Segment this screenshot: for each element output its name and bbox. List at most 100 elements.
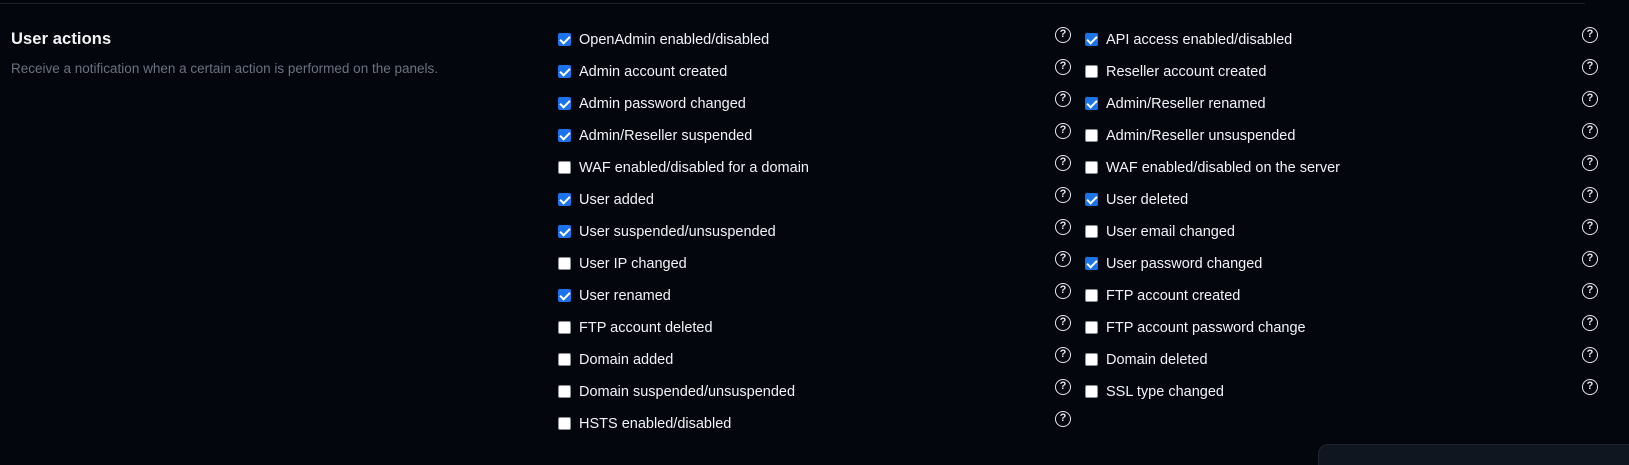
option-label[interactable]: User IP changed <box>579 256 687 272</box>
help-icon[interactable]: ? <box>1582 91 1598 107</box>
option-row-user-suspended-unsuspended: User suspended/unsuspended? <box>558 218 1071 250</box>
option-label[interactable]: OpenAdmin enabled/disabled <box>579 32 769 48</box>
option-label[interactable]: Reseller account created <box>1106 64 1266 80</box>
help-icon[interactable]: ? <box>1055 379 1071 395</box>
option-row-admin-reseller-unsuspended: Admin/Reseller unsuspended? <box>1085 122 1598 154</box>
option-label[interactable]: Admin/Reseller unsuspended <box>1106 128 1295 144</box>
checkbox-admin-reseller-suspended[interactable] <box>558 129 571 142</box>
top-divider <box>0 3 1585 4</box>
checkbox-ftp-account-deleted[interactable] <box>558 321 571 334</box>
help-icon[interactable]: ? <box>1582 219 1598 235</box>
option-row-user-password-changed: User password changed? <box>1085 250 1598 282</box>
option-row-ftp-account-password-change: FTP account password change? <box>1085 314 1598 346</box>
help-icon[interactable]: ? <box>1055 27 1071 43</box>
checkbox-user-suspended-unsuspended[interactable] <box>558 225 571 238</box>
option-row-user-added: User added? <box>558 186 1071 218</box>
checkbox-waf-enabled-disabled-on-the-server[interactable] <box>1085 161 1098 174</box>
checkbox-admin-password-changed[interactable] <box>558 97 571 110</box>
help-icon[interactable]: ? <box>1055 123 1071 139</box>
checkbox-ssl-type-changed[interactable] <box>1085 385 1098 398</box>
option-label[interactable]: User suspended/unsuspended <box>579 224 776 240</box>
option-label[interactable]: API access enabled/disabled <box>1106 32 1292 48</box>
help-icon[interactable]: ? <box>1582 251 1598 267</box>
option-row-admin-reseller-suspended: Admin/Reseller suspended? <box>558 122 1071 154</box>
option-label[interactable]: Admin account created <box>579 64 727 80</box>
option-label[interactable]: HSTS enabled/disabled <box>579 416 731 432</box>
option-row-user-ip-changed: User IP changed? <box>558 250 1071 282</box>
option-row-api-access-enabled-disabled: API access enabled/disabled? <box>1085 26 1598 58</box>
help-icon[interactable]: ? <box>1055 283 1071 299</box>
option-row-waf-enabled-disabled-on-the-server: WAF enabled/disabled on the server? <box>1085 154 1598 186</box>
option-row-domain-suspended-unsuspended: Domain suspended/unsuspended? <box>558 378 1071 410</box>
help-icon[interactable]: ? <box>1055 59 1071 75</box>
help-icon[interactable]: ? <box>1055 315 1071 331</box>
help-icon[interactable]: ? <box>1055 155 1071 171</box>
option-label[interactable]: Admin/Reseller renamed <box>1106 96 1266 112</box>
option-label[interactable]: User renamed <box>579 288 671 304</box>
option-label[interactable]: FTP account created <box>1106 288 1240 304</box>
option-label[interactable]: Domain deleted <box>1106 352 1208 368</box>
option-label[interactable]: User password changed <box>1106 256 1262 272</box>
checkbox-admin-reseller-renamed[interactable] <box>1085 97 1098 110</box>
help-icon[interactable]: ? <box>1582 187 1598 203</box>
help-icon[interactable]: ? <box>1055 251 1071 267</box>
option-row-user-renamed: User renamed? <box>558 282 1071 314</box>
option-row-admin-password-changed: Admin password changed? <box>558 90 1071 122</box>
help-icon[interactable]: ? <box>1582 283 1598 299</box>
help-icon[interactable]: ? <box>1582 347 1598 363</box>
option-row-ssl-type-changed: SSL type changed? <box>1085 378 1598 410</box>
option-row-admin-reseller-renamed: Admin/Reseller renamed? <box>1085 90 1598 122</box>
option-label[interactable]: WAF enabled/disabled for a domain <box>579 160 809 176</box>
option-label[interactable]: User deleted <box>1106 192 1188 208</box>
option-label[interactable]: FTP account deleted <box>579 320 713 336</box>
checkbox-user-deleted[interactable] <box>1085 193 1098 206</box>
help-icon[interactable]: ? <box>1055 219 1071 235</box>
help-icon[interactable]: ? <box>1055 187 1071 203</box>
help-icon[interactable]: ? <box>1055 347 1071 363</box>
checkbox-user-renamed[interactable] <box>558 289 571 302</box>
help-icon[interactable]: ? <box>1582 27 1598 43</box>
help-icon[interactable]: ? <box>1582 315 1598 331</box>
option-label[interactable]: User added <box>579 192 654 208</box>
option-row-domain-deleted: Domain deleted? <box>1085 346 1598 378</box>
option-row-hsts-enabled-disabled: HSTS enabled/disabled? <box>558 410 1071 442</box>
checkbox-user-password-changed[interactable] <box>1085 257 1098 270</box>
help-icon[interactable]: ? <box>1582 379 1598 395</box>
option-label[interactable]: Domain added <box>579 352 673 368</box>
checkbox-openadmin-enabled-disabled[interactable] <box>558 33 571 46</box>
checkbox-ftp-account-password-change[interactable] <box>1085 321 1098 334</box>
checkbox-ftp-account-created[interactable] <box>1085 289 1098 302</box>
checkbox-user-email-changed[interactable] <box>1085 225 1098 238</box>
option-label[interactable]: User email changed <box>1106 224 1235 240</box>
option-row-reseller-account-created: Reseller account created? <box>1085 58 1598 90</box>
checkbox-domain-deleted[interactable] <box>1085 353 1098 366</box>
checkbox-user-ip-changed[interactable] <box>558 257 571 270</box>
option-row-waf-enabled-disabled-for-a-domain: WAF enabled/disabled for a domain? <box>558 154 1071 186</box>
checkbox-admin-reseller-unsuspended[interactable] <box>1085 129 1098 142</box>
section-description: Receive a notification when a certain ac… <box>11 61 438 76</box>
option-label[interactable]: SSL type changed <box>1106 384 1224 400</box>
checkbox-reseller-account-created[interactable] <box>1085 65 1098 78</box>
corner-panel <box>1318 444 1629 465</box>
help-icon[interactable]: ? <box>1055 91 1071 107</box>
help-icon[interactable]: ? <box>1055 411 1071 427</box>
checkbox-domain-added[interactable] <box>558 353 571 366</box>
checkbox-waf-enabled-disabled-for-a-domain[interactable] <box>558 161 571 174</box>
option-label[interactable]: FTP account password change <box>1106 320 1306 336</box>
option-label[interactable]: Domain suspended/unsuspended <box>579 384 795 400</box>
option-label[interactable]: Admin/Reseller suspended <box>579 128 752 144</box>
help-icon[interactable]: ? <box>1582 123 1598 139</box>
option-row-ftp-account-deleted: FTP account deleted? <box>558 314 1071 346</box>
checkbox-api-access-enabled-disabled[interactable] <box>1085 33 1098 46</box>
section-title: User actions <box>11 30 112 48</box>
checkbox-admin-account-created[interactable] <box>558 65 571 78</box>
option-row-user-email-changed: User email changed? <box>1085 218 1598 250</box>
help-icon[interactable]: ? <box>1582 59 1598 75</box>
option-label[interactable]: Admin password changed <box>579 96 746 112</box>
checkbox-hsts-enabled-disabled[interactable] <box>558 417 571 430</box>
checkbox-user-added[interactable] <box>558 193 571 206</box>
help-icon[interactable]: ? <box>1582 155 1598 171</box>
option-row-ftp-account-created: FTP account created? <box>1085 282 1598 314</box>
checkbox-domain-suspended-unsuspended[interactable] <box>558 385 571 398</box>
option-label[interactable]: WAF enabled/disabled on the server <box>1106 160 1340 176</box>
